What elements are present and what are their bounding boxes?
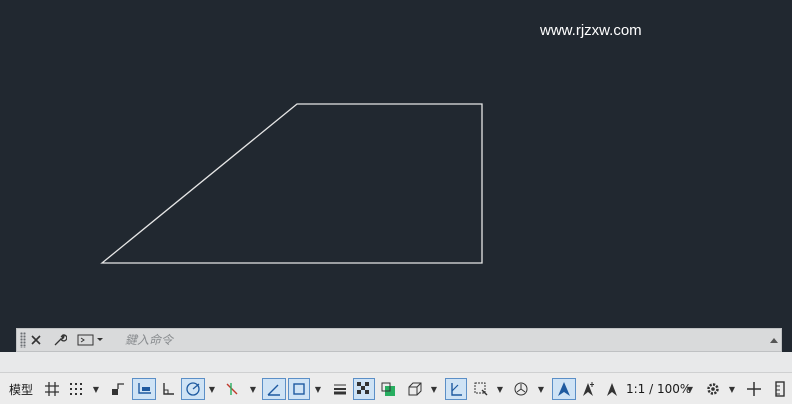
gear-icon[interactable] [702,378,724,400]
command-line-grip[interactable] [20,332,26,348]
selection-filter-icon[interactable] [470,378,492,400]
snap-grid-icon[interactable] [66,378,86,400]
command-input[interactable] [125,331,745,349]
selection-filter-dropdown[interactable]: ▼ [495,378,505,400]
command-prompt-icon[interactable] [75,329,105,351]
drawing-viewport[interactable]: www.rjzxw.com [0,0,792,326]
model-tab[interactable]: 模型 [6,378,36,400]
3d-snap-dropdown[interactable]: ▼ [429,378,439,400]
infer-constraints-icon[interactable] [108,378,128,400]
status-bar: 模型 ▼ ▼ ▼ ▼ ▼ ▼ ▼ 1:1 / 100% ▼ ▼ [0,372,792,404]
command-line [16,328,782,352]
close-icon[interactable] [28,329,44,351]
lineweight-icon[interactable] [330,378,350,400]
ortho-icon[interactable] [158,378,178,400]
polar-tracking-dropdown[interactable]: ▼ [207,378,217,400]
object-snap-tracking-icon[interactable] [262,378,286,400]
isodraft-icon[interactable] [222,378,242,400]
drawing-canvas[interactable] [0,0,792,326]
gizmo-icon[interactable] [510,378,532,400]
selection-cycling-icon[interactable] [379,378,399,400]
object-snap-icon[interactable] [288,378,310,400]
annotation-scale-dropdown[interactable]: ▼ [685,378,695,400]
customize-icon[interactable] [772,378,788,400]
isodraft-dropdown[interactable]: ▼ [248,378,258,400]
transparency-icon[interactable] [353,378,375,400]
wrench-icon[interactable] [50,329,70,351]
toolbar-gap [0,352,792,372]
dynamic-input-icon[interactable] [132,378,156,400]
plus-icon[interactable] [743,378,765,400]
3d-object-snap-icon[interactable] [405,378,425,400]
chevron-up-icon[interactable] [767,329,781,351]
auto-scale-icon[interactable] [578,378,598,400]
grid-icon[interactable] [42,378,62,400]
annotation-visibility-icon[interactable] [552,378,576,400]
annotation-scale-selector[interactable]: 1:1 / 100% [626,378,691,400]
gizmo-dropdown[interactable]: ▼ [536,378,546,400]
workspace-dropdown[interactable]: ▼ [727,378,737,400]
snap-dropdown[interactable]: ▼ [91,378,101,400]
dynamic-ucs-icon[interactable] [445,378,467,400]
polar-tracking-icon[interactable] [181,378,205,400]
trapezoid-shape[interactable] [100,103,483,264]
watermark-text: www.rjzxw.com [540,22,642,39]
object-snap-dropdown[interactable]: ▼ [313,378,323,400]
annotation-scale-icon[interactable] [602,378,622,400]
annotation-scale-label: 1:1 / 100% [626,382,692,396]
